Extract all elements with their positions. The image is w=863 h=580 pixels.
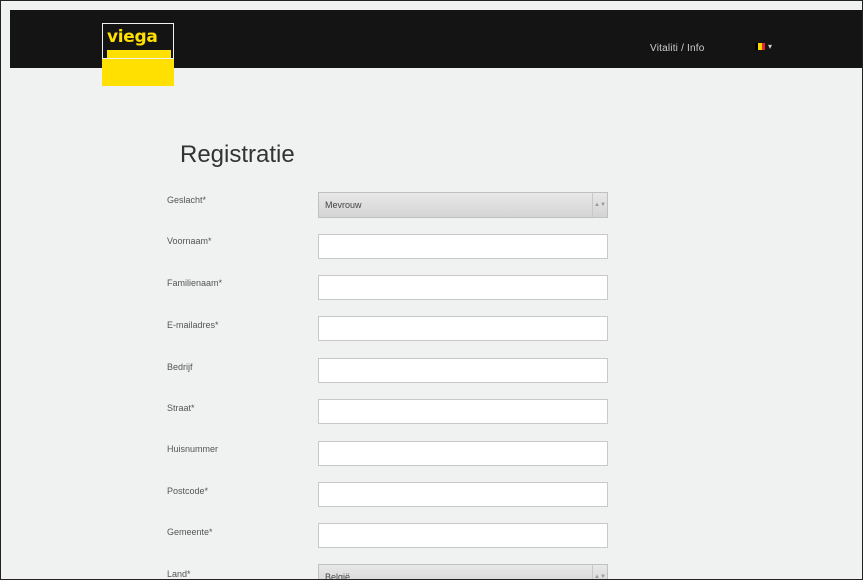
label-straat: Straat* — [167, 403, 195, 413]
country-select[interactable]: België ▲▼ — [318, 564, 608, 580]
label-land: Land* — [167, 569, 191, 579]
label-huisnummer: Huisnummer — [167, 444, 219, 454]
page-title: Registratie — [180, 141, 295, 168]
viega-logo[interactable]: viega — [102, 23, 174, 86]
label-voornaam: Voornaam* — [167, 236, 212, 246]
gender-select[interactable]: Mevrouw ▲▼ — [318, 192, 608, 218]
city-field[interactable] — [318, 523, 608, 548]
select-arrow-icon: ▲▼ — [592, 193, 607, 217]
label-postcode: Postcode* — [167, 486, 209, 496]
first-name-field[interactable] — [318, 234, 608, 259]
label-bedrijf: Bedrijf — [167, 362, 193, 372]
company-field[interactable] — [318, 358, 608, 383]
last-name-field[interactable] — [318, 275, 608, 300]
country-select-value: België — [325, 572, 351, 580]
logo-text: viega — [107, 27, 158, 47]
house-number-field[interactable] — [318, 441, 608, 466]
select-arrow-icon: ▲▼ — [592, 565, 607, 579]
label-email: E-mailadres* — [167, 320, 219, 330]
chevron-down-icon[interactable]: ▾ — [768, 42, 772, 51]
browser-frame: Vitaliti / Info ▾ viega Registratie Gesl… — [0, 0, 863, 580]
belgium-flag-icon[interactable] — [755, 43, 765, 50]
label-gemeente: Gemeente* — [167, 527, 213, 537]
logo-yellow-bar — [107, 50, 171, 58]
logo-upper-block: viega — [102, 23, 174, 59]
email-field[interactable] — [318, 316, 608, 341]
label-familienaam: Familienaam* — [167, 278, 223, 288]
top-links[interactable]: Vitaliti / Info — [650, 43, 705, 54]
label-geslacht: Geslacht* — [167, 195, 207, 205]
postcode-field[interactable] — [318, 482, 608, 507]
logo-yellow-block — [102, 59, 174, 86]
gender-select-value: Mevrouw — [325, 200, 362, 210]
street-field[interactable] — [318, 399, 608, 424]
